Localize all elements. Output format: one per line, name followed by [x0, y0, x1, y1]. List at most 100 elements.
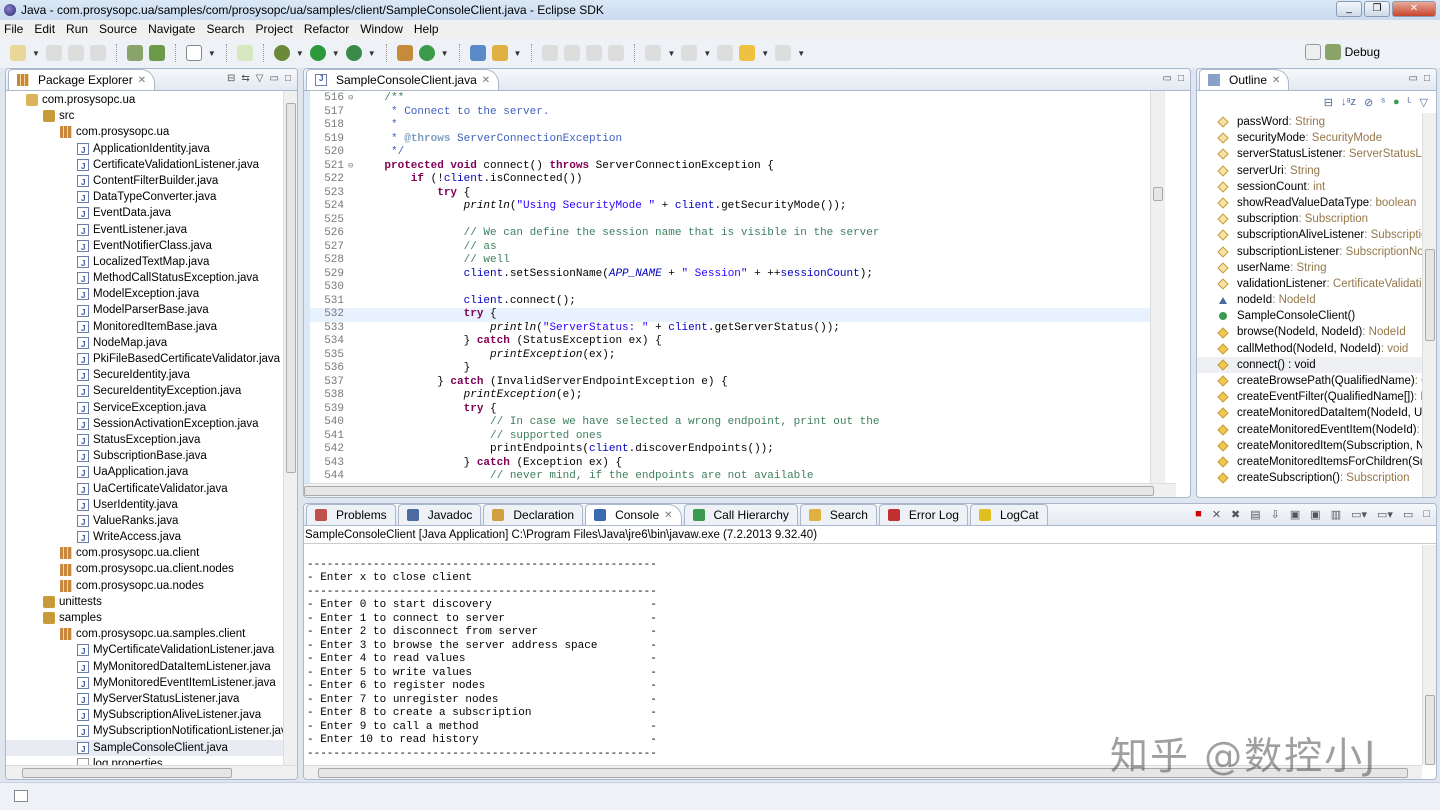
outline-item[interactable]: browse(NodeId, NodeId) : NodeId — [1197, 324, 1422, 340]
tab-declaration[interactable]: Declaration — [483, 504, 583, 525]
outline-item[interactable]: createMonitoredItem(Subscription, NodeId… — [1197, 438, 1422, 454]
code-editor[interactable]: 516⊖ /**517 * Connect to the server.518 … — [310, 92, 1164, 483]
outline-item[interactable]: callMethod(NodeId, NodeId) : void — [1197, 341, 1422, 357]
block-selection-icon[interactable] — [586, 45, 602, 61]
tab-console[interactable]: Console✕ — [585, 504, 681, 525]
vertical-scrollbar[interactable] — [1150, 91, 1164, 483]
tree-item[interactable]: log.properties — [6, 756, 283, 765]
tree-item[interactable]: unittests — [6, 594, 283, 610]
tab-outline[interactable]: Outline ✕ — [1199, 69, 1289, 90]
remove-launch-icon[interactable]: ✕ — [1212, 508, 1221, 521]
menu-refactor[interactable]: Refactor — [304, 22, 349, 36]
last-edit-icon[interactable] — [717, 45, 733, 61]
fast-view-icon[interactable] — [14, 790, 28, 802]
close-icon[interactable]: ✕ — [482, 75, 490, 86]
tree-item[interactable]: SubscriptionBase.java — [6, 448, 283, 464]
hide-local-types-icon[interactable]: ᴸ — [1408, 96, 1412, 108]
checkbox-icon[interactable] — [186, 45, 202, 61]
remove-all-icon[interactable]: ✖ — [1231, 508, 1240, 521]
outline-item[interactable]: createEventFilter(QualifiedName[]) : Eve… — [1197, 389, 1422, 405]
outline-item[interactable]: userName : String — [1197, 260, 1422, 276]
tree-item[interactable]: EventNotifierClass.java — [6, 238, 283, 254]
tree-item[interactable]: com.prosysopc.ua.samples.client — [6, 626, 283, 642]
new-class-icon[interactable] — [419, 45, 435, 61]
tree-item[interactable]: DataTypeConverter.java — [6, 189, 283, 205]
maximize-icon[interactable]: □ — [1178, 73, 1184, 84]
menu-source[interactable]: Source — [99, 22, 137, 36]
view-menu-icon[interactable]: ▽ — [256, 73, 264, 84]
close-icon[interactable]: ✕ — [664, 510, 672, 521]
link-editor-icon[interactable]: ⇆ — [241, 73, 249, 84]
tab-error-log[interactable]: Error Log — [879, 504, 968, 525]
hide-static-icon[interactable]: ˢ — [1381, 96, 1385, 108]
show-on-output-icon[interactable]: ▣ — [1310, 508, 1320, 521]
outline-item[interactable]: serverStatusListener : ServerStatusListe… — [1197, 146, 1422, 162]
tree-item[interactable]: com.prosysopc.ua.client — [6, 545, 283, 561]
maximize-button[interactable]: ❐ — [1364, 1, 1390, 17]
save-all-icon[interactable] — [68, 45, 84, 61]
minimize-icon[interactable]: ▭ — [1163, 73, 1172, 84]
tree-item[interactable]: com.prosysopc.ua.client.nodes — [6, 561, 283, 577]
maximize-icon[interactable]: □ — [1424, 73, 1430, 84]
toggle-mark-icon[interactable] — [542, 45, 558, 61]
outline-item[interactable]: subscriptionAliveListener : Subscription… — [1197, 227, 1422, 243]
outline-item[interactable]: createMonitoredItemsForChildren(Subscrip… — [1197, 454, 1422, 470]
hide-nonpublic-icon[interactable]: ● — [1393, 96, 1400, 108]
tree-item[interactable]: com.prosysopc.ua — [6, 92, 283, 108]
tab-logcat[interactable]: LogCat — [970, 504, 1048, 525]
close-button[interactable]: ✕ — [1392, 1, 1436, 17]
outline-item[interactable]: connect() : void — [1197, 357, 1422, 373]
tree-item[interactable]: ContentFilterBuilder.java — [6, 173, 283, 189]
tree-item[interactable]: MySubscriptionNotificationListener.java — [6, 723, 283, 739]
search-icon[interactable] — [492, 45, 508, 61]
maximize-icon[interactable]: □ — [285, 73, 291, 84]
outline-item[interactable]: serverUri : String — [1197, 163, 1422, 179]
tab-search[interactable]: Search — [800, 504, 877, 525]
minimize-icon[interactable]: ▭ — [270, 73, 279, 84]
tree-item[interactable]: ModelParserBase.java — [6, 302, 283, 318]
scroll-lock-icon[interactable]: ⇩ — [1271, 508, 1280, 521]
outline-item[interactable]: passWord : String — [1197, 114, 1422, 130]
minimize-icon[interactable]: ▭ — [1409, 73, 1418, 84]
menu-help[interactable]: Help — [414, 22, 439, 36]
outline-item[interactable]: createSubscription() : Subscription — [1197, 470, 1422, 486]
tree-item[interactable]: EventData.java — [6, 205, 283, 221]
tree-item[interactable]: ServiceException.java — [6, 400, 283, 416]
display-console-icon[interactable]: ▭▾ — [1351, 508, 1367, 521]
outline-item[interactable]: validationListener : CertificateValidati… — [1197, 276, 1422, 292]
open-console-icon[interactable]: ▭▾ — [1377, 508, 1393, 521]
run-external-icon[interactable] — [346, 45, 362, 61]
fold-toggle[interactable]: ⊖ — [348, 92, 358, 106]
tab-javadoc[interactable]: Javadoc — [398, 504, 482, 525]
tree-item[interactable]: MyCertificateValidationListener.java — [6, 642, 283, 658]
pin-console-icon[interactable]: ▥ — [1331, 508, 1341, 521]
tree-item[interactable]: MonitoredItemBase.java — [6, 319, 283, 335]
outline-item[interactable]: sessionCount : int — [1197, 179, 1422, 195]
sort-icon[interactable]: ↓ᵃz — [1341, 96, 1356, 108]
tree-item[interactable]: ModelException.java — [6, 286, 283, 302]
outline-item[interactable]: createMonitoredEventItem(NodeId) : Monit… — [1197, 422, 1422, 438]
new-icon[interactable] — [10, 45, 26, 61]
tab-sampleconsoleclient[interactable]: SampleConsoleClient.java ✕ — [306, 69, 499, 90]
horizontal-scrollbar[interactable] — [304, 483, 1176, 497]
close-icon[interactable]: ✕ — [1272, 75, 1280, 86]
outline-item[interactable]: nodeId : NodeId — [1197, 292, 1422, 308]
menu-navigate[interactable]: Navigate — [148, 22, 195, 36]
terminate-icon[interactable]: ■ — [1195, 508, 1202, 521]
tab-problems[interactable]: Problems — [306, 504, 396, 525]
tree-item[interactable]: ApplicationIdentity.java — [6, 141, 283, 157]
save-icon[interactable] — [46, 45, 62, 61]
maximize-icon[interactable]: □ — [1423, 508, 1430, 521]
tree-item[interactable]: PkiFileBasedCertificateValidator.java — [6, 351, 283, 367]
tree-item[interactable]: MyServerStatusListener.java — [6, 691, 283, 707]
forward-icon[interactable] — [775, 45, 791, 61]
tree-item[interactable]: CertificateValidationListener.java — [6, 157, 283, 173]
tree-item[interactable]: src — [6, 108, 283, 124]
tree-item[interactable]: NodeMap.java — [6, 335, 283, 351]
tree-item[interactable]: samples — [6, 610, 283, 626]
tree-item[interactable]: ValueRanks.java — [6, 513, 283, 529]
whitespace-icon[interactable] — [608, 45, 624, 61]
tree-item[interactable]: SampleConsoleClient.java — [6, 740, 283, 756]
menu-project[interactable]: Project — [255, 22, 292, 36]
tree-item[interactable]: UaApplication.java — [6, 464, 283, 480]
